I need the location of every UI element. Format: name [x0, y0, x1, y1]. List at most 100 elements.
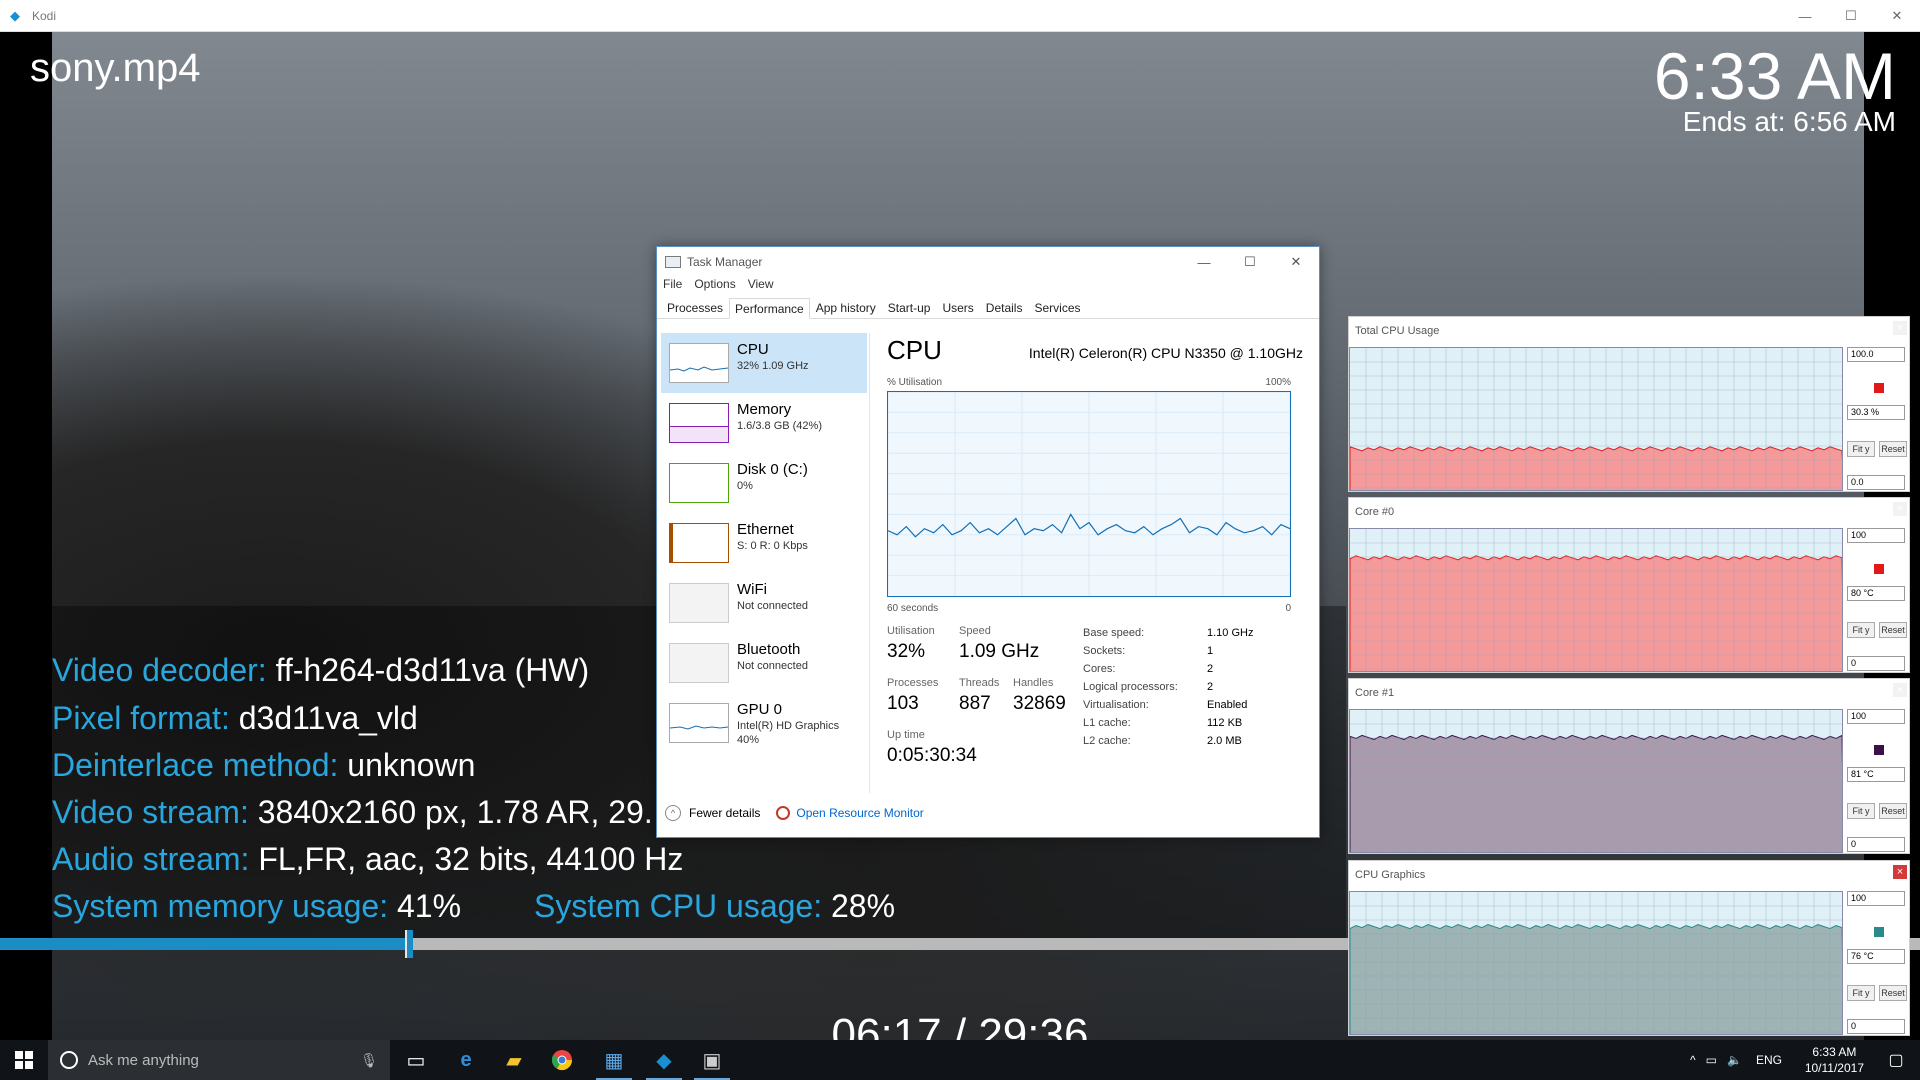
- resource-disk[interactable]: Disk 0 (C:) 0%: [661, 453, 867, 513]
- gadget-panel: Core #1 × 100 81 °C Fit y Reset 0: [1348, 678, 1910, 854]
- gadget-panel: CPU Graphics × 100 76 °C Fit y Reset 0: [1348, 860, 1910, 1036]
- tab-users[interactable]: Users: [936, 297, 979, 318]
- bluetooth-thumbnail: [669, 643, 729, 683]
- taskbar-clock[interactable]: 6:33 AM 10/11/2017: [1805, 1044, 1864, 1076]
- file-explorer-icon[interactable]: ▰: [490, 1040, 538, 1080]
- resource-bluetooth[interactable]: Bluetooth Not connected: [661, 633, 867, 693]
- volume-icon[interactable]: 🔈: [1727, 1053, 1742, 1067]
- series-color-swatch: [1874, 745, 1884, 755]
- tab-services[interactable]: Services: [1028, 297, 1086, 318]
- tm-close-button[interactable]: ✕: [1273, 247, 1319, 277]
- gadget-min-field[interactable]: 0: [1847, 656, 1905, 671]
- gadget-close-button[interactable]: ×: [1893, 683, 1907, 697]
- graph-time: 60 seconds: [887, 603, 939, 614]
- gadget-max-field[interactable]: 100: [1847, 891, 1905, 906]
- fit-y-button[interactable]: Fit y: [1847, 622, 1875, 638]
- reset-button[interactable]: Reset: [1879, 985, 1907, 1001]
- gadget-max-field[interactable]: 100.0: [1847, 347, 1905, 362]
- tm-cpu-detail: CPU Intel(R) Celeron(R) CPU N3350 @ 1.10…: [883, 333, 1303, 793]
- maximize-button[interactable]: ☐: [1828, 0, 1874, 32]
- memory-thumbnail: [669, 403, 729, 443]
- tab-details[interactable]: Details: [980, 297, 1029, 318]
- gadget-plot: [1349, 891, 1843, 1035]
- edge-icon[interactable]: e: [442, 1040, 490, 1080]
- resource-cpu[interactable]: CPU 32% 1.09 GHz: [661, 333, 867, 393]
- tab-app-history[interactable]: App history: [810, 297, 882, 318]
- graph-max: 100%: [1265, 377, 1291, 388]
- tab-performance[interactable]: Performance: [729, 298, 810, 319]
- graph-label: % Utilisation: [887, 377, 943, 388]
- tm-maximize-button[interactable]: ☐: [1227, 247, 1273, 277]
- microphone-icon[interactable]: 🎙: [360, 1052, 378, 1069]
- network-icon[interactable]: ▭: [1706, 1053, 1717, 1067]
- kodi-taskbar-icon[interactable]: ◆: [640, 1040, 688, 1080]
- task-manager-taskbar-icon[interactable]: ▦: [590, 1040, 638, 1080]
- gadget-close-button[interactable]: ×: [1893, 502, 1907, 516]
- codec-line: Video decoder: ff-h264-d3d11va (HW): [52, 652, 590, 688]
- resource-wifi[interactable]: WiFi Not connected: [661, 573, 867, 633]
- action-center-icon[interactable]: ▢: [1872, 1040, 1920, 1080]
- tab-startup[interactable]: Start-up: [882, 297, 937, 318]
- gadget-taskbar-icon[interactable]: ▣: [688, 1040, 736, 1080]
- gadget-title: Total CPU Usage: [1355, 325, 1440, 337]
- start-button[interactable]: [0, 1040, 48, 1080]
- gadget-min-field[interactable]: 0: [1847, 1019, 1905, 1034]
- taskbar-date: 10/11/2017: [1804, 1061, 1864, 1075]
- spec-key: L2 cache:: [1083, 735, 1131, 747]
- chevron-up-icon[interactable]: ^: [1690, 1053, 1696, 1067]
- tm-footer: ^ Fewer details Open Resource Monitor: [665, 805, 924, 821]
- cpu-usage: System CPU usage: 28%: [534, 888, 896, 924]
- screen: ◆ Kodi — ☐ ✕ sony.mp4 6:33 AM Ends at: 6…: [0, 0, 1920, 1080]
- gadget-close-button[interactable]: ×: [1893, 321, 1907, 335]
- close-button[interactable]: ✕: [1874, 0, 1920, 32]
- tm-resource-list: CPU 32% 1.09 GHz Memory 1.6/3.8 GB (42%) D…: [661, 333, 867, 753]
- reset-button[interactable]: Reset: [1879, 803, 1907, 819]
- menu-view[interactable]: View: [748, 277, 774, 297]
- menu-options[interactable]: Options: [694, 277, 735, 297]
- tab-processes[interactable]: Processes: [661, 297, 729, 318]
- resource-memory[interactable]: Memory 1.6/3.8 GB (42%): [661, 393, 867, 453]
- menu-file[interactable]: File: [663, 277, 682, 297]
- gadget-series-area: [1350, 446, 1842, 490]
- gadget-min-field[interactable]: 0.0: [1847, 475, 1905, 490]
- language-indicator[interactable]: ENG: [1756, 1053, 1782, 1067]
- gadget-plot-svg: [1350, 892, 1842, 1034]
- minimize-button[interactable]: —: [1782, 0, 1828, 32]
- gadget-min-field[interactable]: 0: [1847, 837, 1905, 852]
- cortana-search-box[interactable]: Ask me anything 🎙: [48, 1040, 390, 1080]
- gadget-max-field[interactable]: 100: [1847, 709, 1905, 724]
- task-manager-window: Task Manager — ☐ ✕ File Options View Pro…: [656, 246, 1320, 838]
- fewer-details-link[interactable]: Fewer details: [689, 806, 760, 820]
- resource-gpu[interactable]: GPU 0 Intel(R) HD Graphics 40%: [661, 693, 867, 753]
- reset-button[interactable]: Reset: [1879, 622, 1907, 638]
- gadget-max-field[interactable]: 100: [1847, 528, 1905, 543]
- gadget-current-value: 76 °C: [1847, 949, 1905, 964]
- gadget-current-value: 80 °C: [1847, 586, 1905, 601]
- gadget-plot: [1349, 709, 1843, 853]
- chevron-up-icon[interactable]: ^: [665, 805, 681, 821]
- disk-thumbnail: [669, 463, 729, 503]
- processes-value: 103: [887, 693, 919, 714]
- task-view-icon[interactable]: ▭: [392, 1040, 440, 1080]
- series-color-swatch: [1874, 927, 1884, 937]
- fit-y-button[interactable]: Fit y: [1847, 803, 1875, 819]
- tm-minimize-button[interactable]: —: [1181, 247, 1227, 277]
- seek-handle[interactable]: [404, 930, 413, 958]
- spec-value: 2: [1207, 681, 1214, 693]
- open-resource-monitor-link[interactable]: Open Resource Monitor: [796, 806, 923, 820]
- threads-label: Threads: [959, 677, 1000, 689]
- chrome-icon[interactable]: [538, 1040, 586, 1080]
- fit-y-button[interactable]: Fit y: [1847, 441, 1875, 457]
- gadget-controls: 100 81 °C Fit y Reset 0: [1847, 709, 1909, 853]
- reset-button[interactable]: Reset: [1879, 441, 1907, 457]
- seek-progress: [0, 938, 409, 950]
- gadget-plot-svg: [1350, 529, 1842, 671]
- fit-y-button[interactable]: Fit y: [1847, 985, 1875, 1001]
- gadget-close-button[interactable]: ×: [1893, 865, 1907, 879]
- resource-ethernet[interactable]: Ethernet S: 0 R: 0 Kbps: [661, 513, 867, 573]
- uptime-value: 0:05:30:34: [887, 745, 977, 766]
- gadget-panel: Total CPU Usage × 100.0 30.3 % Fit y Reset 0.0: [1348, 316, 1910, 492]
- gadget-series-area: [1350, 555, 1842, 671]
- codec-line: Audio stream: FL,FR, aac, 32 bits, 44100…: [52, 841, 684, 877]
- tm-title: Task Manager: [687, 255, 763, 269]
